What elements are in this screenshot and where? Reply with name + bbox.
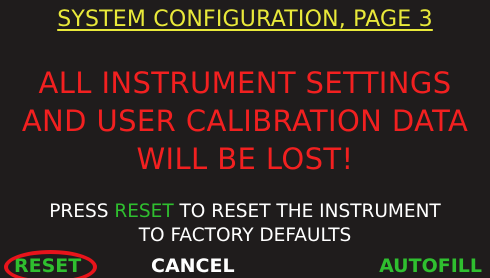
page-title: SYSTEM CONFIGURATION, PAGE 3 bbox=[57, 7, 433, 32]
reset-button-label: RESET bbox=[14, 255, 82, 277]
warning-line-2: AND USER CALIBRATION DATA bbox=[21, 104, 469, 138]
warning-line-3: WILL BE LOST! bbox=[136, 142, 354, 176]
instruction-line-2: TO FACTORY DEFAULTS bbox=[138, 225, 352, 246]
reset-button[interactable]: RESET bbox=[4, 250, 97, 278]
instruction-reset-highlight: RESET bbox=[114, 201, 174, 222]
system-configuration-screen: SYSTEM CONFIGURATION, PAGE 3 ALL INSTRUM… bbox=[0, 0, 490, 278]
instruction-prefix: PRESS bbox=[49, 201, 115, 222]
instruction-text: PRESS RESET TO RESET THE INSTRUMENT TO F… bbox=[0, 200, 490, 248]
warning-line-1: ALL INSTRUMENT SETTINGS bbox=[38, 66, 452, 100]
warning-message: ALL INSTRUMENT SETTINGS AND USER CALIBRA… bbox=[0, 64, 490, 178]
autofill-button[interactable]: AUTOFILL bbox=[379, 255, 482, 278]
instruction-line-1: PRESS RESET TO RESET THE INSTRUMENT bbox=[0, 200, 490, 224]
cancel-button[interactable]: CANCEL bbox=[151, 255, 235, 278]
instruction-suffix: TO RESET THE INSTRUMENT bbox=[173, 201, 441, 222]
